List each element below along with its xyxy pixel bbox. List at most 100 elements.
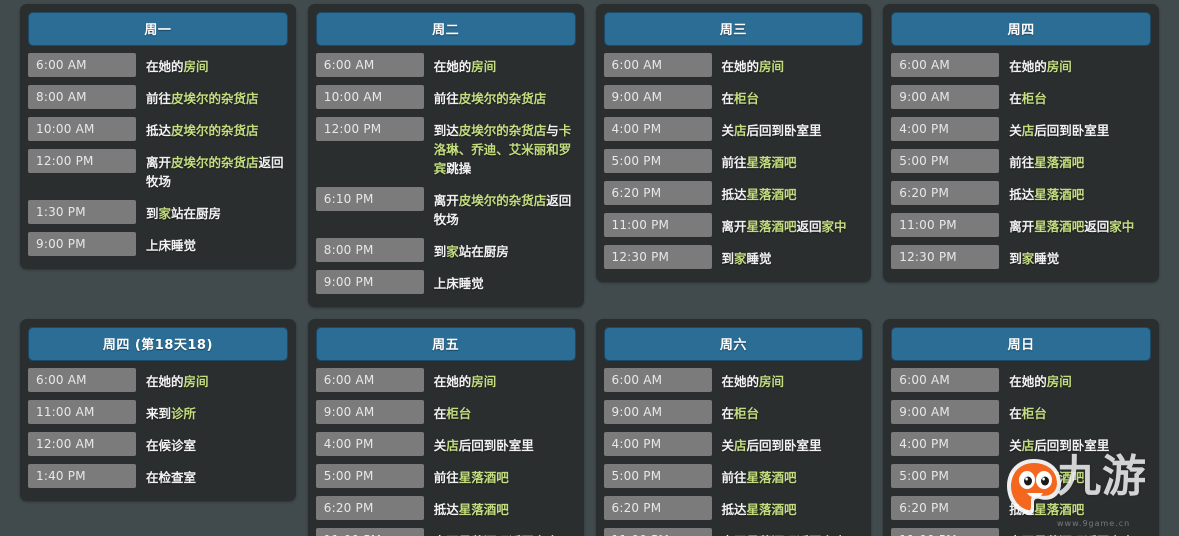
entry-time: 6:00 AM [604, 53, 712, 77]
entry-action-text: 与 [546, 123, 559, 138]
entry-description: 离开星落酒吧返回家中 [712, 528, 864, 536]
entry-time: 12:30 PM [604, 245, 712, 269]
entry-description: 关店后回到卧室里 [999, 432, 1151, 459]
schedule-entry-row: 8:00 AM前往皮埃尔的杂货店 [28, 85, 288, 112]
entry-time: 6:20 PM [604, 181, 712, 205]
entry-time: 9:00 AM [891, 85, 999, 109]
entry-location-text: 星落酒吧 [747, 187, 797, 202]
day-header-friday[interactable]: 周五 [316, 327, 576, 361]
entry-location-text: 星落酒吧 [1034, 155, 1084, 170]
entry-time: 9:00 PM [316, 270, 424, 294]
entry-action-text: 到 [434, 244, 447, 259]
entry-time: 9:00 AM [316, 400, 424, 424]
schedule-entry-row: 6:20 PM抵达星落酒吧 [891, 496, 1151, 523]
entry-location-text: 房间 [1047, 59, 1072, 74]
entry-time: 1:30 PM [28, 200, 136, 224]
schedule-entry-row: 11:00 PM离开星落酒吧返回家中 [891, 528, 1151, 536]
schedule-entry-row: 6:20 PM抵达星落酒吧 [604, 496, 864, 523]
schedule-entry-row: 4:00 PM关店后回到卧室里 [891, 117, 1151, 144]
entry-time: 6:00 AM [28, 368, 136, 392]
entry-description: 到家睡觉 [999, 245, 1151, 272]
schedule-entry-row: 9:00 AM在柜台 [891, 400, 1151, 427]
day-header-wednesday[interactable]: 周三 [604, 12, 864, 46]
entry-description: 在柜台 [424, 400, 576, 427]
entry-description: 前往星落酒吧 [712, 464, 864, 491]
entry-action-text: 前往 [1009, 155, 1034, 170]
schedule-entry-row: 6:00 AM在她的房间 [604, 368, 864, 395]
entry-action-text: 抵达 [146, 123, 171, 138]
schedule-entry-row: 4:00 PM关店后回到卧室里 [316, 432, 576, 459]
entry-action-text: 抵达 [434, 502, 459, 517]
entry-location-text: 房间 [184, 374, 209, 389]
entry-time: 6:00 AM [316, 368, 424, 392]
entry-time: 4:00 PM [316, 432, 424, 456]
entry-time: 6:10 PM [316, 187, 424, 211]
entry-description: 关店后回到卧室里 [424, 432, 576, 459]
entry-location-text: 柜台 [1022, 91, 1047, 106]
entry-description: 在候诊室 [136, 432, 288, 459]
entry-description: 在柜台 [999, 400, 1151, 427]
entry-action-text: 后回到卧室里 [459, 438, 534, 453]
day-panel-monday: 周一6:00 AM在她的房间8:00 AM前往皮埃尔的杂货店10:00 AM抵达… [20, 4, 296, 269]
schedule-entry-row: 11:00 PM离开星落酒吧返回家中 [316, 528, 576, 536]
day-header-thursday-day18[interactable]: 周四 (第18天18) [28, 327, 288, 361]
day-panel-thursday-day18: 周四 (第18天18)6:00 AM在她的房间11:00 AM来到诊所12:00… [20, 319, 296, 501]
entry-action-text: 抵达 [722, 187, 747, 202]
entry-time: 6:00 AM [604, 368, 712, 392]
day-header-sunday[interactable]: 周日 [891, 327, 1151, 361]
entry-action-text: 离开 [1009, 219, 1034, 234]
entry-action-text: 在 [1009, 91, 1022, 106]
entry-description: 离开皮埃尔的杂货店返回牧场 [136, 149, 288, 195]
schedule-entry-row: 12:00 AM在候诊室 [28, 432, 288, 459]
entry-location-text: 星落酒吧 [747, 219, 797, 234]
entry-location-text: 店 [734, 438, 747, 453]
day-header-thursday[interactable]: 周四 [891, 12, 1151, 46]
entry-action-text: 上床睡觉 [146, 238, 196, 253]
entry-time: 11:00 PM [604, 213, 712, 237]
entry-description: 在检查室 [136, 464, 288, 491]
entry-description: 在她的房间 [712, 53, 864, 80]
day-header-tuesday[interactable]: 周二 [316, 12, 576, 46]
entry-time: 5:00 PM [604, 464, 712, 488]
day-header-monday[interactable]: 周一 [28, 12, 288, 46]
entry-location-text: 柜台 [1022, 406, 1047, 421]
entry-action-text: 在她的 [1009, 374, 1047, 389]
entry-time: 11:00 PM [891, 213, 999, 237]
entry-location-text: 星落酒吧 [1034, 219, 1084, 234]
entry-action-text: 后回到卧室里 [747, 438, 822, 453]
entry-location-text: 家 [159, 206, 172, 221]
entry-action-text: 在她的 [722, 59, 760, 74]
entry-action-text: 睡觉 [747, 251, 772, 266]
entry-time: 8:00 PM [316, 238, 424, 262]
entry-description: 来到诊所 [136, 400, 288, 427]
entry-time: 6:00 AM [891, 53, 999, 77]
entry-description: 关店后回到卧室里 [712, 117, 864, 144]
entry-list: 6:00 AM在她的房间9:00 AM在柜台4:00 PM关店后回到卧室里5:0… [891, 53, 1151, 272]
entry-action-text: 关 [722, 438, 735, 453]
entry-action-text: 站在厨房 [459, 244, 509, 259]
entry-time: 10:00 AM [316, 85, 424, 109]
schedule-entry-row: 9:00 AM在柜台 [604, 400, 864, 427]
entry-location-text: 皮埃尔的杂货店 [171, 123, 259, 138]
entry-location-text: 店 [1022, 123, 1035, 138]
entry-action-text: 睡觉 [1034, 251, 1059, 266]
entry-description: 在柜台 [712, 85, 864, 112]
entry-time: 4:00 PM [891, 117, 999, 141]
entry-description: 到家站在厨房 [424, 238, 576, 265]
entry-location-text: 房间 [759, 59, 784, 74]
entry-description: 到家睡觉 [712, 245, 864, 272]
entry-location-text: 诊所 [171, 406, 196, 421]
entry-list: 6:00 AM在她的房间9:00 AM在柜台4:00 PM关店后回到卧室里5:0… [604, 368, 864, 536]
entry-time: 11:00 PM [604, 528, 712, 536]
day-header-saturday[interactable]: 周六 [604, 327, 864, 361]
schedule-entry-row: 5:00 PM前往星落酒吧 [604, 149, 864, 176]
entry-location-text: 星落酒吧 [459, 470, 509, 485]
entry-description: 到达皮埃尔的杂货店与卡洛琳、乔迪、艾米丽和罗宾跳操 [424, 117, 576, 182]
entry-location-text: 皮埃尔的杂货店 [171, 155, 259, 170]
entry-action-text: 后回到卧室里 [1034, 123, 1109, 138]
entry-action-text: 在候诊室 [146, 438, 196, 453]
entry-description: 前往星落酒吧 [999, 149, 1151, 176]
schedule-entry-row: 11:00 PM离开星落酒吧返回家中 [604, 528, 864, 536]
schedule-entry-row: 9:00 PM上床睡觉 [316, 270, 576, 297]
entry-location-text: 柜台 [734, 406, 759, 421]
